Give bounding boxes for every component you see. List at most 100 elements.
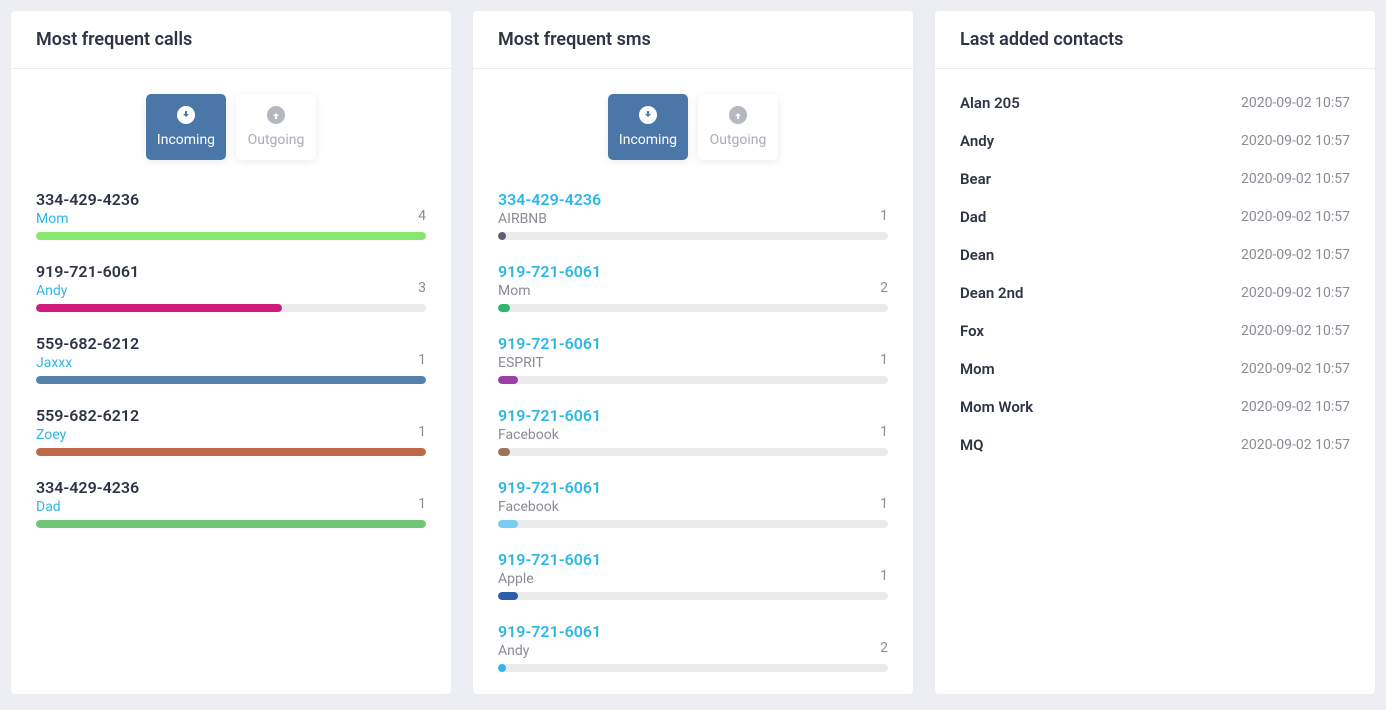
calls-bar-fill [36,376,426,384]
sms-row: 919-721-6061Andy 2 [498,622,888,672]
sms-contact-name: AIRBNB [498,211,601,227]
sms-tabs: Incoming Outgoing [498,94,888,160]
calls-bar-track [36,448,426,456]
panel-calls-title: Most frequent calls [36,29,426,50]
sms-tab-outgoing-label: Outgoing [710,132,767,148]
sms-bar-track [498,448,888,456]
contact-row[interactable]: Alan 2052020-09-02 10:57 [960,84,1350,122]
sms-bar-track [498,232,888,240]
sms-row-info: 919-721-6061Andy [498,622,601,659]
contact-row[interactable]: Dad 2020-09-02 10:57 [960,198,1350,236]
sms-contact-name: ESPRIT [498,355,601,371]
calls-bar-fill [36,520,426,528]
calls-count: 1 [418,496,426,515]
sms-row-info: 919-721-6061 Facebook [498,478,601,515]
sms-phone[interactable]: 919-721-6061 [498,262,601,281]
sms-bar-fill [498,448,510,456]
contact-row[interactable]: Mom Work2020-09-02 10:57 [960,388,1350,426]
calls-row: 559-682-6212 Jaxxx 1 [36,334,426,384]
sms-contact-name: Mom [498,283,601,299]
arrow-down-circle-icon [639,106,657,124]
calls-contact-name[interactable]: Zoey [36,427,139,443]
sms-phone[interactable]: 919-721-6061 [498,334,601,353]
calls-tab-incoming-label: Incoming [157,132,215,148]
calls-row-top: 559-682-6212Zoey1 [36,406,426,443]
contact-row[interactable]: Mom2020-09-02 10:57 [960,350,1350,388]
sms-row-top: 919-721-6061Apple1 [498,550,888,587]
contact-row[interactable]: Bear2020-09-02 10:57 [960,160,1350,198]
panel-calls-body: Incoming Outgoing 334-429-4236Mom4919-72… [11,69,451,528]
sms-tab-incoming-label: Incoming [619,132,677,148]
sms-row: 919-721-6061 Mom 2 [498,262,888,312]
contact-date: 2020-09-02 10:57 [1241,209,1350,225]
panel-sms-title: Most frequent sms [498,29,888,50]
sms-phone[interactable]: 919-721-6061 [498,406,601,425]
calls-tab-outgoing[interactable]: Outgoing [236,94,316,160]
calls-row: 334-429-4236Mom4 [36,190,426,240]
calls-phone: 334-429-4236 [36,478,139,497]
contact-row[interactable]: Andy 2020-09-02 10:57 [960,122,1350,160]
contact-name: Andy [960,132,994,150]
calls-phone: 334-429-4236 [36,190,139,209]
panel-sms-header: Most frequent sms [473,11,913,69]
contact-row[interactable]: MQ2020-09-02 10:57 [960,426,1350,464]
calls-tab-incoming[interactable]: Incoming [146,94,226,160]
calls-row-info: 919-721-6061Andy [36,262,139,299]
calls-contact-name[interactable]: Andy [36,283,139,299]
calls-contact-name[interactable]: Jaxxx [36,355,139,371]
sms-row-top: 919-721-6061Andy 2 [498,622,888,659]
sms-row: 334-429-4236AIRBNB1 [498,190,888,240]
arrow-up-circle-icon [729,106,747,124]
calls-tab-outgoing-label: Outgoing [248,132,305,148]
sms-row-top: 919-721-6061Facebook1 [498,478,888,515]
calls-row-info: 334-429-4236 Mom [36,190,139,227]
sms-phone[interactable]: 919-721-6061 [498,622,601,641]
calls-contact-name[interactable]: Dad [36,499,139,515]
contact-date: 2020-09-02 10:57 [1241,133,1350,149]
sms-row: 919-721-6061Facebook1 [498,406,888,456]
panel-sms: Most frequent sms Incoming Outgoing 334-… [472,10,914,695]
calls-count: 1 [418,352,426,371]
contact-name: MQ [960,436,983,454]
sms-contact-name: Facebook [498,499,601,515]
sms-tab-outgoing[interactable]: Outgoing [698,94,778,160]
calls-phone: 559-682-6212 [36,334,139,353]
sms-bar-fill [498,664,506,672]
contact-row[interactable]: Dean 2nd2020-09-02 10:57 [960,274,1350,312]
calls-contact-name[interactable]: Mom [36,211,139,227]
sms-bar-fill [498,232,506,240]
contact-name: Mom [960,360,995,378]
contacts-list: Alan 2052020-09-02 10:57Andy2020-09-02 1… [935,69,1375,479]
contact-row[interactable]: Dean2020-09-02 10:57 [960,236,1350,274]
calls-bar-track [36,376,426,384]
contact-name: Dean [960,246,994,264]
calls-bar-fill [36,448,426,456]
contact-name: Dad [960,208,986,226]
calls-row-info: 559-682-6212 Jaxxx [36,334,139,371]
sms-list: 334-429-4236AIRBNB1919-721-6061Mom2919-7… [498,190,888,672]
sms-count: 2 [880,280,888,299]
sms-phone[interactable]: 919-721-6061 [498,550,601,569]
calls-row-info: 334-429-4236 Dad [36,478,139,515]
sms-bar-track [498,376,888,384]
sms-tab-incoming[interactable]: Incoming [608,94,688,160]
contact-row[interactable]: Fox2020-09-02 10:57 [960,312,1350,350]
calls-list: 334-429-4236Mom4919-721-6061Andy3559-682… [36,190,426,528]
sms-row-top: 334-429-4236AIRBNB1 [498,190,888,227]
contact-name: Alan 205 [960,94,1020,112]
calls-row-top: 559-682-6212 Jaxxx 1 [36,334,426,371]
calls-row: 334-429-4236 Dad 1 [36,478,426,528]
sms-bar-track [498,520,888,528]
sms-count: 2 [880,640,888,659]
sms-phone[interactable]: 334-429-4236 [498,190,601,209]
panel-contacts-header: Last added contacts [935,11,1375,69]
contact-name: Mom Work [960,398,1033,416]
contact-date: 2020-09-02 10:57 [1241,171,1350,187]
sms-row-info: 334-429-4236 AIRBNB [498,190,601,227]
calls-tabs: Incoming Outgoing [36,94,426,160]
sms-bar-fill [498,376,518,384]
calls-row-top: 334-429-4236Mom4 [36,190,426,227]
sms-phone[interactable]: 919-721-6061 [498,478,601,497]
calls-bar-track [36,232,426,240]
sms-bar-track [498,304,888,312]
